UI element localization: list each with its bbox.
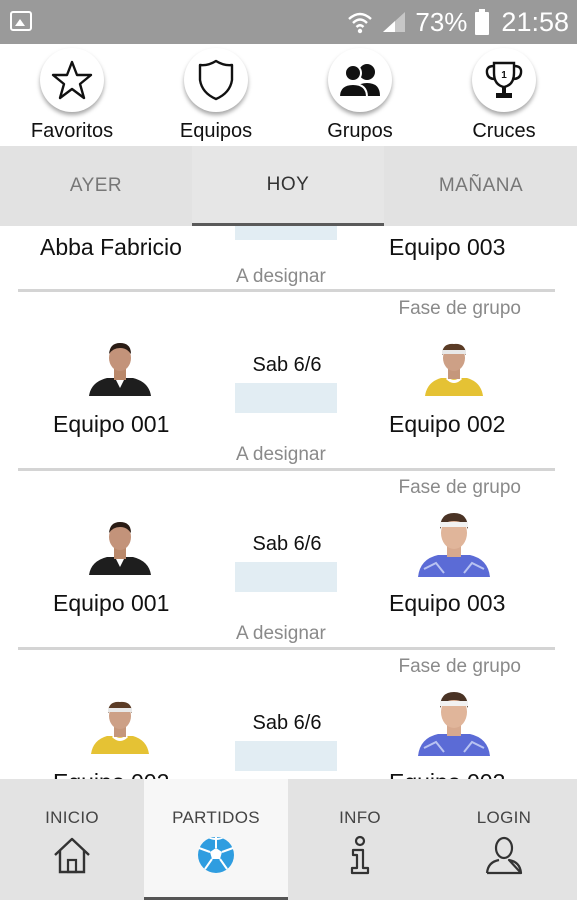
match-date: Sab 6/6 <box>252 354 322 376</box>
score-box <box>235 741 337 771</box>
score-box <box>235 383 337 413</box>
away-team: Equipo 003 <box>389 590 506 616</box>
category-label: Grupos <box>327 120 393 142</box>
phase-label: Fase de grupo <box>398 656 521 677</box>
home-icon <box>54 837 90 874</box>
category-favoritos[interactable]: Favoritos <box>0 44 144 146</box>
cruces-icon-circle: 1 <box>472 48 536 112</box>
category-equipos[interactable]: Equipos <box>144 44 288 146</box>
phase-label: Fase de grupo <box>398 298 521 319</box>
venue: A designar <box>236 623 326 644</box>
trophy-icon: 1 <box>485 61 523 98</box>
away-team: Equipo 003 <box>389 769 505 779</box>
tab-hoy[interactable]: HOY <box>192 146 384 226</box>
away-team: Equipo 002 <box>389 411 506 437</box>
category-label: Cruces <box>472 120 536 142</box>
tab-ayer[interactable]: AYER <box>0 146 192 226</box>
match-list[interactable]: Abba Fabricio Equipo 003 A designar Fase… <box>0 226 577 779</box>
match-date: Sab 6/6 <box>252 712 322 734</box>
home-team-avatar <box>89 343 151 396</box>
category-cruces[interactable]: 1 Cruces <box>432 44 576 146</box>
equipos-icon-circle <box>184 48 248 112</box>
grupos-icon-circle <box>328 48 392 112</box>
category-grupos[interactable]: Grupos <box>288 44 432 146</box>
score-box <box>235 226 337 240</box>
signal-icon <box>383 12 406 32</box>
away-team-avatar <box>425 343 483 396</box>
nav-partidos[interactable]: PARTIDOS <box>144 779 288 900</box>
shield-icon <box>198 59 234 101</box>
match-card[interactable]: Fase de grupo Sab 6/6 Equipo 002 Equipo … <box>0 656 577 779</box>
away-team-avatar <box>418 692 490 756</box>
home-team: Equipo 001 <box>53 411 170 437</box>
category-label: Favoritos <box>30 120 114 142</box>
star-icon <box>51 60 93 100</box>
venue: A designar <box>236 444 326 465</box>
home-team: Equipo 002 <box>53 769 169 779</box>
nav-label: INICIO <box>45 808 99 827</box>
nav-info[interactable]: INFO <box>288 779 432 900</box>
match-card[interactable]: Abba Fabricio Equipo 003 A designar <box>0 226 577 292</box>
nav-label: LOGIN <box>476 808 532 827</box>
group-icon <box>337 64 380 98</box>
match-card[interactable]: Fase de grupo Sab 6/6 Equipo 001 Equipo … <box>0 477 577 657</box>
soccer-ball-icon <box>198 837 234 873</box>
tab-manana[interactable]: MAÑANA <box>385 146 577 226</box>
home-team-avatar <box>91 701 149 754</box>
battery-icon <box>475 9 490 35</box>
status-bar-right: 73% 21:58 <box>347 0 569 44</box>
venue: A designar <box>236 266 326 287</box>
match-date: Sab 6/6 <box>252 533 322 555</box>
day-tabs: AYER HOY MAÑANA <box>0 146 577 226</box>
info-icon <box>350 835 370 875</box>
clock: 21:58 <box>501 6 569 37</box>
away-team-avatar <box>418 513 490 577</box>
score-box <box>235 562 337 592</box>
nav-inicio[interactable]: INICIO <box>0 779 144 900</box>
bottom-nav: INICIO PARTIDOS INFO LOGIN <box>0 779 577 900</box>
status-bar: 73% 21:58 <box>0 0 577 44</box>
wifi-icon <box>348 12 373 34</box>
gallery-notification-icon <box>10 11 32 31</box>
home-team: Abba Fabricio <box>40 234 182 260</box>
away-team: Equipo 003 <box>389 234 506 260</box>
nav-label: INFO <box>339 808 381 827</box>
nav-login[interactable]: LOGIN <box>432 779 576 900</box>
favoritos-icon-circle <box>40 48 104 112</box>
home-team-avatar <box>89 522 151 575</box>
divider <box>18 647 555 650</box>
phase-label: Fase de grupo <box>398 477 521 498</box>
user-icon <box>485 836 523 875</box>
home-team: Equipo 001 <box>53 590 170 616</box>
battery-percent: 73% <box>415 6 468 37</box>
category-bar: Favoritos Equipos Grupos 1 Cruces <box>0 44 577 146</box>
svg-text:1: 1 <box>501 70 507 81</box>
divider <box>18 289 555 292</box>
match-card[interactable]: Fase de grupo Sab 6/6 Equipo 001 Equipo … <box>0 298 577 478</box>
category-label: Equipos <box>179 120 253 142</box>
nav-label: PARTIDOS <box>172 808 260 827</box>
divider <box>18 468 555 471</box>
